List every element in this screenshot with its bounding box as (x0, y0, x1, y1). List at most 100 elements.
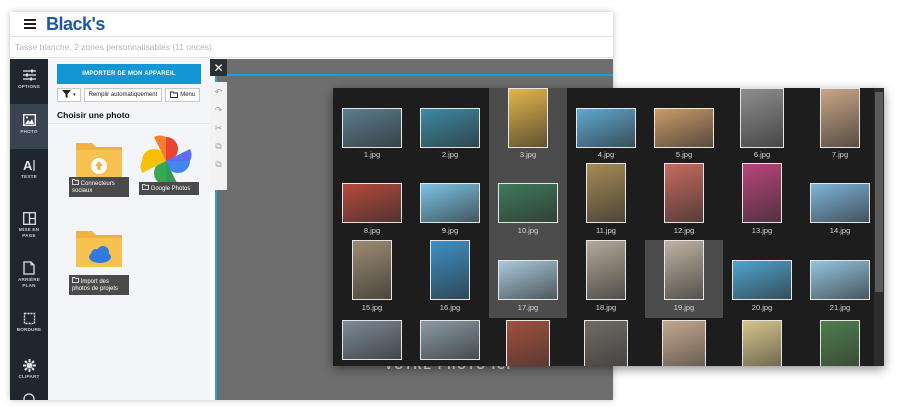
edit-mini-toolbar: ↶ ↷ ✂ ⧉ ⧉ (210, 82, 227, 190)
tool-more[interactable] (10, 393, 48, 400)
copy-icon[interactable]: ⧉ (215, 140, 221, 153)
photo-thumbnail (742, 163, 782, 223)
source-google-photos[interactable]: Google Photos (136, 135, 200, 197)
tool-label: OPTIONS (17, 84, 41, 89)
gallery-photo-cell[interactable]: 16.jpg (411, 240, 489, 318)
photo-filename: 5.jpg (675, 150, 693, 159)
photo-thumbnail (498, 260, 558, 300)
border-icon (22, 311, 36, 325)
close-panel-button[interactable]: ✕ (210, 59, 227, 76)
gallery-photo-cell[interactable]: 11.jpg (567, 163, 645, 240)
photo-filename: 10.jpg (517, 226, 539, 235)
gallery-photo-cell[interactable]: 8.jpg (333, 163, 411, 240)
gallery-photo-cell[interactable]: 9.jpg (411, 163, 489, 240)
photo-filename: 11.jpg (596, 226, 616, 235)
redo-icon[interactable]: ↷ (215, 104, 223, 117)
canvas-guide-top (215, 74, 613, 76)
tool-mise-en-page[interactable]: MISE EN PAGE (10, 202, 48, 250)
tool-arriere-plan[interactable]: ARRIÈRE PLAN (10, 252, 48, 300)
source-label: Connecteurs sociaux (72, 181, 115, 194)
tool-options[interactable]: OPTIONS (10, 59, 48, 104)
menu-button[interactable]: Menu (165, 88, 201, 102)
photo-thumbnail (576, 108, 636, 148)
gallery-photo-cell[interactable]: 4.jpg (567, 88, 645, 163)
gallery-photo-cell[interactable]: 10.jpg (489, 163, 567, 240)
photo-thumbnail (810, 183, 870, 223)
photo-thumbnail (586, 163, 626, 223)
photo-thumbnail (742, 320, 782, 366)
autofill-button[interactable]: Remplir automatiquement (83, 88, 163, 102)
gallery-photo-cell[interactable]: 1.jpg (333, 88, 411, 163)
hamburger-menu-icon[interactable] (24, 19, 36, 29)
text-icon: A (22, 158, 36, 172)
gallery-photo-cell[interactable] (489, 318, 567, 366)
photo-thumbnail (586, 240, 626, 300)
photo-gallery: 1.jpg 2.jpg 3.jpg 4.jpg 5.jpg 6.jpg 7.jpg 8.jpg… (333, 88, 884, 366)
photo-thumbnail (420, 183, 480, 223)
photo-filename: 7.jpg (831, 150, 849, 159)
gallery-photo-cell[interactable]: 12.jpg (645, 163, 723, 240)
folder-icon (142, 184, 149, 190)
gallery-photo-cell[interactable]: 2.jpg (411, 88, 489, 163)
scissors-icon[interactable]: ✂ (215, 122, 223, 135)
gallery-photo-cell[interactable]: 21.jpg (801, 240, 879, 318)
gallery-photo-cell[interactable] (801, 318, 879, 366)
gallery-photo-cell[interactable]: 20.jpg (723, 240, 801, 318)
gallery-photo-cell[interactable]: 19.jpg (645, 240, 723, 318)
close-icon: ✕ (213, 60, 224, 75)
source-social-connectors[interactable]: Connecteurs sociaux (66, 135, 130, 197)
paste-icon[interactable]: ⧉ (215, 158, 221, 171)
brand-logo[interactable]: Black's (46, 14, 105, 35)
gallery-photo-cell[interactable] (723, 318, 801, 366)
filter-button[interactable]: ▾ (57, 88, 81, 102)
gallery-photo-cell[interactable]: 14.jpg (801, 163, 879, 240)
panel-divider (48, 123, 210, 124)
photo-thumbnail (352, 240, 392, 300)
photo-thumbnail (740, 88, 784, 148)
gallery-photo-cell[interactable]: 18.jpg (567, 240, 645, 318)
import-device-button[interactable]: IMPORTER DE MON APPAREIL (57, 64, 201, 84)
gallery-photo-cell[interactable]: 7.jpg (801, 88, 879, 163)
caret-down-icon: ▾ (73, 92, 76, 98)
gallery-photo-cell[interactable]: 3.jpg (489, 88, 567, 163)
photo-filename: 16.jpg (439, 303, 461, 312)
photo-thumbnail (732, 260, 792, 300)
photo-thumbnail (664, 240, 704, 300)
photo-filename: 21.jpg (829, 303, 851, 312)
photo-filename: 18.jpg (595, 303, 617, 312)
photo-thumbnail (654, 108, 714, 148)
photo-filename: 6.jpg (753, 150, 771, 159)
source-label: Google Photos (150, 186, 191, 192)
gallery-photo-cell[interactable]: 13.jpg (723, 163, 801, 240)
photo-filename: 1.jpg (363, 150, 381, 159)
gallery-photo-cell[interactable] (411, 318, 489, 366)
photo-thumbnail (342, 108, 402, 148)
tool-label: MISE EN PAGE (18, 227, 40, 238)
tool-photo[interactable]: PHOTO (10, 104, 48, 149)
gallery-photo-cell[interactable] (645, 318, 723, 366)
undo-icon[interactable]: ↶ (215, 86, 223, 99)
source-project-photos[interactable]: Import des photos de projets (66, 219, 130, 295)
folder-icon (72, 179, 79, 185)
gallery-photo-cell[interactable]: 17.jpg (489, 240, 567, 318)
gallery-photo-cell[interactable] (333, 318, 411, 366)
gallery-photo-cell[interactable] (567, 318, 645, 366)
source-badge: Connecteurs sociaux (69, 177, 129, 197)
gallery-photo-cell[interactable]: 6.jpg (723, 88, 801, 163)
photo-filename: 14.jpg (829, 226, 851, 235)
source-badge: Import des photos de projets (69, 275, 129, 295)
photo-filename: 4.jpg (597, 150, 615, 159)
photo-thumbnail (498, 183, 558, 223)
gallery-scrollbar[interactable] (874, 88, 884, 366)
tool-clipart[interactable]: CLIPART (10, 350, 48, 396)
folder-icon (170, 91, 179, 100)
gallery-photo-cell[interactable]: 5.jpg (645, 88, 723, 163)
scrollbar-thumb[interactable] (875, 92, 883, 292)
photo-filename: 3.jpg (519, 150, 537, 159)
tool-sidebar: OPTIONS PHOTO A TEXTE MISE EN PAGE ARRIÈ… (10, 59, 48, 400)
tool-bordure[interactable]: BORDURE (10, 302, 48, 348)
gallery-photo-cell[interactable]: 15.jpg (333, 240, 411, 318)
photo-thumbnail (420, 320, 480, 360)
tool-texte[interactable]: A TEXTE (10, 149, 48, 195)
photo-filename: 9.jpg (441, 226, 459, 235)
